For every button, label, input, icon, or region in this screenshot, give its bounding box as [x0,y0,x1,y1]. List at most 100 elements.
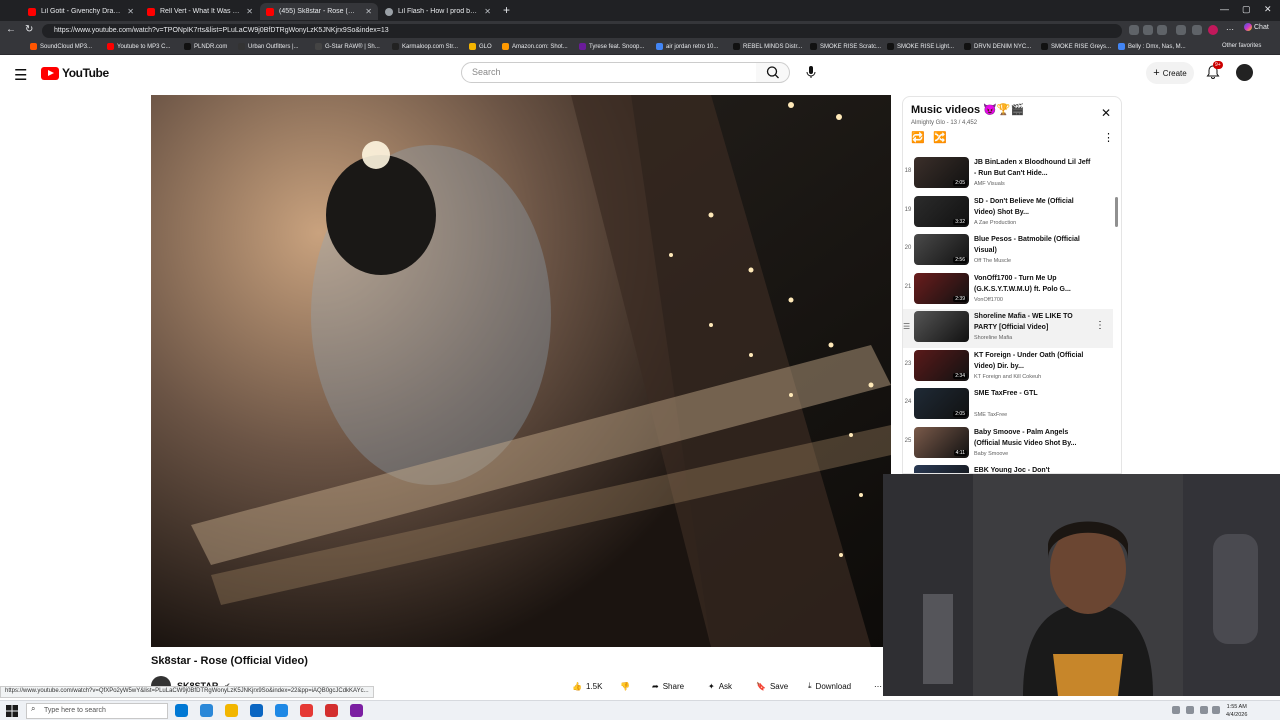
profile-avatar-icon[interactable] [1208,25,1218,35]
playlist-item-thumbnail[interactable]: 2:05 [914,157,969,188]
playlist-item[interactable]: EBK Young Joc - Don't [903,463,1113,473]
browser-tab[interactable]: Rell Vert - What It Was (Official M ✕ [141,3,259,20]
address-bar[interactable]: https://www.youtube.com/watch?v=TPONpIK7… [42,24,1122,38]
bookmark-item[interactable]: DRVN DENIM NYC... [964,43,1031,50]
like-button[interactable]: 👍 1.5K [572,676,602,696]
bookmark-item[interactable]: SoundCloud MP3... [30,43,92,50]
playlist-item-thumbnail[interactable]: 2:34 [914,349,969,381]
playlist-item[interactable]: 19 3:32 SD - Don't Believe Me (Official Vi… [903,194,1113,233]
extension-icon[interactable] [1129,25,1139,35]
favorite-star-icon[interactable] [1157,25,1167,35]
playlist-item-channel[interactable]: AMF Visuals [974,181,1005,187]
taskbar-app-icon[interactable] [250,704,263,717]
bookmark-item[interactable]: Urban Outfitters |... [238,43,299,50]
close-window-icon[interactable]: ✕ [1264,4,1272,15]
reload-icon[interactable]: ↻ [25,24,33,35]
bookmark-item[interactable]: Belly : Dmx, Nas, M... [1118,43,1186,50]
maximize-window-icon[interactable]: ▢ [1242,4,1251,15]
bookmark-item[interactable]: GLO [469,43,492,50]
bookmark-item[interactable]: Tyrese feat. Snoop... [579,43,644,50]
bookmark-item[interactable]: Amazon.com: Shot... [502,43,568,50]
keyboard-icon[interactable] [1212,706,1220,714]
browser-tab[interactable]: Lil Gotit - Givenchy Draws (Official M ✕ [22,3,140,20]
playlist-item-thumbnail[interactable]: 4:11 [914,426,969,458]
tray-chevron-icon[interactable] [1172,706,1180,714]
playlist-item[interactable]: 20 2:56 Blue Pesos - Batmobile (Official V… [903,232,1113,271]
ask-button[interactable]: ✦ Ask [708,676,732,696]
playlist-item[interactable]: 25 4:11 Baby Smoove - Palm Angels (Officia… [903,425,1113,464]
zoom-icon[interactable] [1143,25,1153,35]
more-menu-icon[interactable]: ⋯ [1226,25,1236,35]
menu-icon[interactable]: ☰ [14,66,27,84]
playlist-item-thumbnail[interactable]: 2:05 [914,388,969,419]
bookmark-item[interactable]: air jordan retro 10... [656,43,718,50]
extensions-puzzle-icon[interactable] [1176,25,1186,35]
video-player[interactable] [151,95,891,647]
bookmark-item[interactable]: REBEL MINDS Distr... [733,43,802,50]
voice-search-button[interactable] [802,63,820,81]
back-arrow-icon[interactable]: ← [6,24,16,35]
playlist-item-thumbnail[interactable]: 2:56 [914,234,969,265]
drag-handle-icon[interactable]: ☰ [903,322,910,331]
bookmark-item[interactable]: SMOKE RISE Greys... [1041,43,1111,50]
favorites-icon[interactable] [1192,25,1202,35]
playlist-item-thumbnail[interactable] [914,465,969,473]
close-playlist-icon[interactable]: ✕ [1101,106,1111,120]
loop-playlist-icon[interactable]: 🔁 [911,131,925,144]
close-tab-icon[interactable]: ✕ [246,7,253,16]
playlist-item-channel[interactable]: Off The Muscle [974,258,1011,264]
taskbar-search-input[interactable]: Type here to search [26,703,168,719]
playlist-item[interactable]: 23 2:34 KT Foreign - Under Oath (Official … [903,348,1113,387]
network-icon[interactable] [1186,706,1194,714]
close-tab-icon[interactable]: ✕ [484,7,491,16]
chat-button[interactable]: Chat [1244,23,1269,31]
bookmark-item[interactable]: Karmaloop.com Str... [392,43,458,50]
notifications-button[interactable]: 9+ [1205,61,1223,82]
windows-start-icon[interactable] [6,705,18,717]
playlist-title[interactable]: Music videos 😈🏆🎬 [911,103,1024,116]
playlist-more-icon[interactable]: ⋮ [1103,131,1114,144]
playlist-item-channel[interactable]: SME TaxFree [974,412,1007,418]
browser-tab-active[interactable]: (455) Sk8star - Rose (Official ✕ [260,3,378,20]
playlist-item-title[interactable]: JB BinLaden x Bloodhound Lil Jeff - Run … [974,157,1092,179]
taskbar-app-icon[interactable] [325,704,338,717]
playlist-item[interactable]: 21 2:39 VonOff1700 - Turn Me Up (G.K.S.Y.T… [903,271,1113,310]
save-button[interactable]: 🔖 Save [756,676,788,696]
minimize-window-icon[interactable]: — [1220,4,1229,14]
taskbar-app-icon[interactable] [275,704,288,717]
bookmark-item[interactable]: SMOKE RISE Light... [887,43,954,50]
playlist-item-title[interactable]: KT Foreign - Under Oath (Official Video)… [974,350,1092,372]
playlist-scrollbar[interactable] [1115,197,1118,227]
shuffle-playlist-icon[interactable]: 🔀 [933,131,947,144]
playlist-item-title[interactable]: EBK Young Joc - Don't [974,465,1092,473]
search-button[interactable] [756,62,790,83]
playlist-item[interactable]: 24 2:05 SME TaxFree - GTL SME TaxFree [903,386,1113,425]
close-tab-icon[interactable]: ✕ [127,7,134,16]
bookmark-item[interactable]: Youtube to MP3 C... [107,43,170,50]
create-button[interactable]: + Create [1146,62,1194,84]
taskbar-app-icon[interactable] [350,704,363,717]
more-actions-button[interactable]: ⋯ [874,676,882,696]
playlist-item-title[interactable]: Baby Smoove - Palm Angels (Official Musi… [974,427,1092,449]
close-tab-icon[interactable]: ✕ [365,7,372,16]
playlist-item[interactable]: 18 2:05 JB BinLaden x Bloodhound Lil Jeff … [903,155,1113,194]
taskbar-app-icon[interactable] [200,704,213,717]
playlist-item-title[interactable]: SME TaxFree - GTL [974,388,1092,399]
new-tab-button[interactable]: + [503,3,510,17]
playlist-item-title[interactable]: SD - Don't Believe Me (Official Video) S… [974,196,1092,218]
bookmark-item[interactable]: SMOKE RISE Scratc... [810,43,881,50]
playlist-item-thumbnail[interactable]: 2:39 [914,272,969,304]
dislike-button[interactable]: 👎 [620,676,630,696]
taskbar-clock[interactable]: 1:55 AM 4/4/2026 [1226,703,1247,719]
item-more-icon[interactable]: ⋮ [1095,320,1105,331]
account-avatar[interactable] [1236,64,1253,81]
volume-icon[interactable] [1200,706,1208,714]
download-button[interactable]: ⤓ Download [808,676,851,696]
playlist-item-channel[interactable]: VonOff1700 [974,297,1003,303]
playlist-item-thumbnail[interactable]: 3:32 [914,195,969,227]
youtube-logo[interactable]: YouTube [41,66,109,80]
playlist-item-channel[interactable]: Baby Smoove [974,451,1008,457]
taskbar-app-icon[interactable] [175,704,188,717]
playlist-item-title[interactable]: Shoreline Mafia - WE LIKE TO PARTY [Offi… [974,311,1092,333]
playlist-item-thumbnail[interactable] [914,311,969,342]
